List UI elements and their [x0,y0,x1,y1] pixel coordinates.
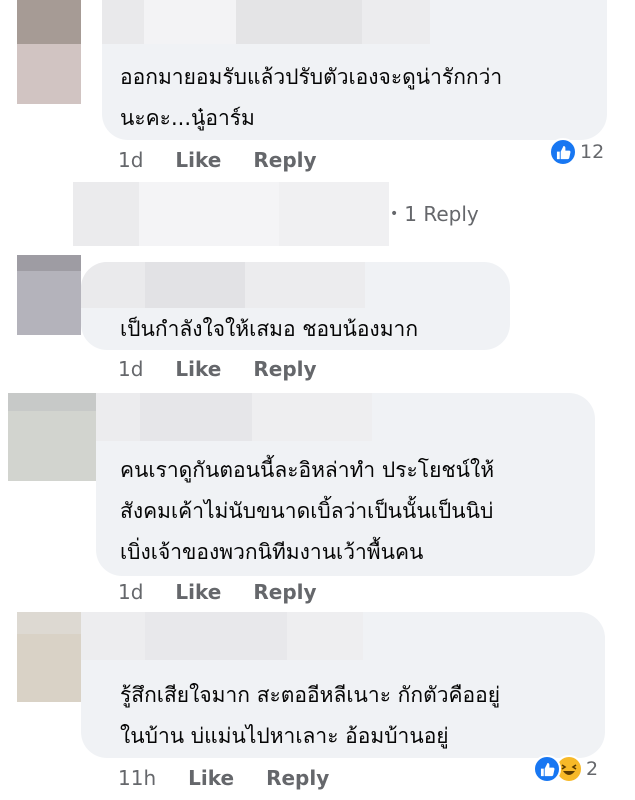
avatar[interactable] [17,255,81,335]
reply-button[interactable]: Reply [253,580,316,604]
commenter-name-redacted[interactable] [81,612,363,660]
comment-text-line: คนเราดูกันตอนนี้ละอิหล่าทำ ประโยชน์ให้ [120,458,495,482]
comment-text: เป็นกำลังใจให้เสมอ ชอบน้องมาก [120,309,418,350]
comment-meta: 1d Like Reply [118,578,317,606]
reply-button[interactable]: Reply [253,357,316,381]
comment-text: คนเราดูกันตอนนี้ละอิหล่าทำ ประโยชน์ให้ ส… [120,450,494,573]
avatar[interactable] [17,0,81,104]
reply-preview-redacted[interactable] [73,182,389,246]
comment-time[interactable]: 1d [118,148,143,172]
comment-text-line: ออกมายอมรับแล้วปรับตัวเองจะดูน่ารักกว่า [120,65,503,89]
bullet-dot: • [390,206,399,222]
like-button[interactable]: Like [175,148,221,172]
comment-text-line: เป็นกำลังใจให้เสมอ ชอบน้องมาก [120,317,419,341]
comment-text: ออกมายอมรับแล้วปรับตัวเองจะดูน่ารักกว่า … [120,57,502,139]
comment-text-line: สังคมเค้าไม่นับขนาดเบิ้ลว่าเป็นนั้นเป็นน… [120,499,494,523]
reaction-count: 12 [580,141,605,163]
reply-button[interactable]: Reply [253,148,316,172]
comment-text-line: เบิ่งเจ้าของพวกนิทีมงานเว้าพื้นคน [120,540,424,564]
avatar[interactable] [8,393,96,481]
like-reaction-icon [549,138,577,166]
comment-time[interactable]: 11h [118,766,156,790]
comment-text-line: ในบ้าน บ่แม่นไปหาเลาะ อ้อมบ้านอยู่ [120,724,449,748]
comment-time[interactable]: 1d [118,357,143,381]
view-replies-label[interactable]: 1 Reply [404,202,478,226]
like-button[interactable]: Like [175,357,221,381]
like-reaction-icon [533,755,561,783]
comment-text-line: รู้สึกเสียใจมาก สะตออีหลีเนาะ กักตัวคืออ… [120,683,501,707]
reaction-count: 2 [586,758,599,780]
reaction-summary[interactable]: 12 [549,137,604,167]
commenter-name-redacted[interactable] [81,262,365,308]
comment-meta: 1d Like Reply [118,146,317,174]
like-button[interactable]: Like [188,766,234,790]
comment-text: รู้สึกเสียใจมาก สะตออีหลีเนาะ กักตัวคืออ… [120,675,500,757]
reply-button[interactable]: Reply [266,766,329,790]
comment-meta: 11h Like Reply [118,764,329,792]
comment-time[interactable]: 1d [118,580,143,604]
comment-text-line: นะคะ...นู๋อาร์ม [120,106,255,130]
avatar[interactable] [17,612,81,702]
view-replies-link[interactable]: • 1 Reply [390,202,479,226]
like-button[interactable]: Like [175,580,221,604]
reaction-summary[interactable]: 2 [533,754,598,784]
comment-meta: 1d Like Reply [118,355,317,383]
commenter-name-redacted[interactable] [102,0,430,44]
commenter-name-redacted[interactable] [96,393,372,441]
